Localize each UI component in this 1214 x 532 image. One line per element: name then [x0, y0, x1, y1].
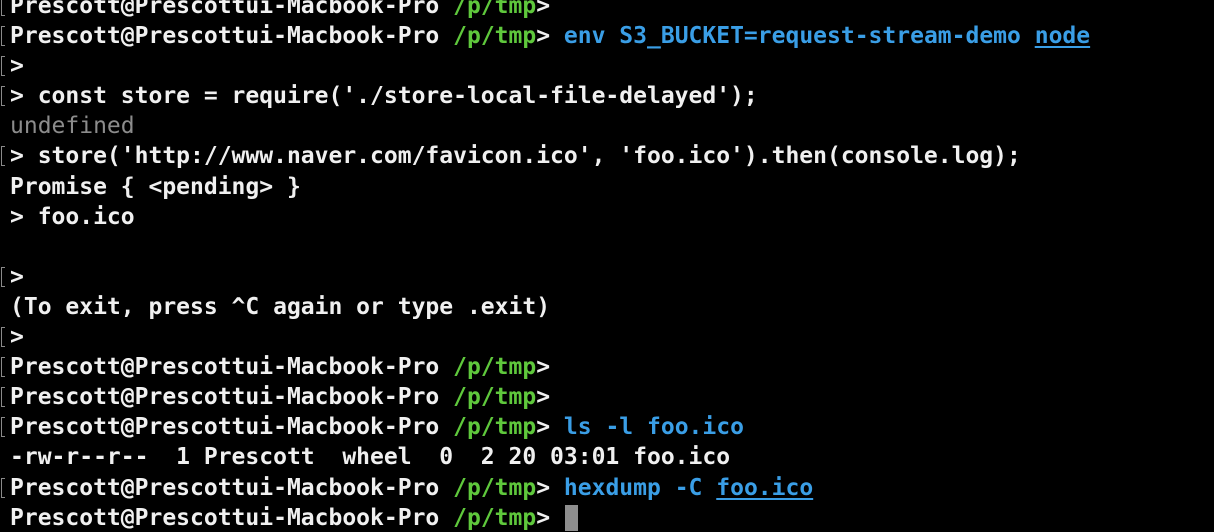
prompt-user-host: Prescott@Prescottui-Macbook-Pro [10, 504, 440, 531]
prompt-directory: /p/tmp [453, 474, 537, 501]
command-mark-icon [1, 327, 5, 348]
prompt-symbol: > [536, 0, 551, 19]
output-line: > [0, 51, 1214, 81]
output-text: > [10, 324, 24, 351]
command-mark-icon [1, 417, 5, 438]
prompt-symbol: > [536, 474, 564, 501]
terminal-output: Prescott@Prescottui-Macbook-Pro /p/tmp> P… [0, 0, 1214, 532]
output-line: > const store = require('./store-local-f… [0, 81, 1214, 111]
prompt-symbol: > [536, 414, 564, 441]
output-text: -rw-r--r-- 1 Prescott wheel 0 2 20 03:01… [10, 444, 731, 471]
prompt-line: Prescott@Prescottui-Macbook-Pro /p/tmp> … [0, 473, 1214, 503]
prompt-directory: /p/tmp [453, 23, 537, 50]
prompt-line: Prescott@Prescottui-Macbook-Pro /p/tmp> [0, 382, 1214, 412]
command-text: ls -l foo.ico [563, 414, 744, 441]
command-text: hexdump -C [563, 474, 717, 501]
output-text: undefined [10, 113, 135, 140]
output-line: > [0, 322, 1214, 352]
prompt-directory: /p/tmp [453, 354, 537, 381]
output-line: > [0, 262, 1214, 292]
output-line: undefined [0, 111, 1214, 141]
output-line: -rw-r--r-- 1 Prescott wheel 0 2 20 03:01… [0, 442, 1214, 472]
command-mark-icon [1, 266, 5, 287]
output-line: > store('http://www.naver.com/favicon.ic… [0, 141, 1214, 171]
prompt-directory: /p/tmp [453, 0, 537, 19]
prompt-line: Prescott@Prescottui-Macbook-Pro /p/tmp> [0, 503, 1214, 532]
output-text: > [10, 263, 24, 290]
output-text: > const store = require('./store-local-f… [10, 83, 758, 110]
command-link[interactable]: foo.ico [716, 475, 813, 501]
prompt-user-host: Prescott@Prescottui-Macbook-Pro [10, 384, 440, 411]
prompt-line: Prescott@Prescottui-Macbook-Pro /p/tmp> [0, 0, 1214, 21]
prompt-symbol: > [536, 23, 564, 50]
command-mark-icon [1, 387, 5, 408]
output-text: > foo.ico [10, 203, 135, 230]
command-link[interactable]: node [1035, 23, 1090, 49]
command-mark-icon [1, 357, 5, 378]
prompt-directory: /p/tmp [453, 384, 537, 411]
prompt-user-host: Prescott@Prescottui-Macbook-Pro [10, 414, 440, 441]
prompt-line: Prescott@Prescottui-Macbook-Pro /p/tmp> … [0, 21, 1214, 51]
terminal-window[interactable]: Prescott@Prescottui-Macbook-Pro /p/tmp> P… [0, 0, 1214, 532]
command-mark-icon [1, 477, 5, 498]
output-text: > store('http://www.naver.com/favicon.ic… [10, 143, 1021, 170]
prompt-user-host: Prescott@Prescottui-Macbook-Pro [10, 354, 440, 381]
prompt-symbol: > [536, 354, 551, 381]
prompt-symbol: > [536, 384, 551, 411]
output-line: > foo.ico [0, 202, 1214, 232]
output-text: > [10, 53, 24, 80]
prompt-symbol: > [536, 504, 564, 531]
command-mark-icon [1, 146, 5, 167]
output-line: (To exit, press ^C again or type .exit) [0, 292, 1214, 322]
output-text: (To exit, press ^C again or type .exit) [10, 293, 551, 320]
text-cursor[interactable] [564, 504, 578, 531]
prompt-user-host: Prescott@Prescottui-Macbook-Pro [10, 0, 440, 19]
command-mark-icon [1, 86, 5, 107]
prompt-user-host: Prescott@Prescottui-Macbook-Pro [10, 474, 440, 501]
prompt-line: Prescott@Prescottui-Macbook-Pro /p/tmp> [0, 352, 1214, 382]
prompt-user-host: Prescott@Prescottui-Macbook-Pro [10, 23, 440, 50]
prompt-directory: /p/tmp [453, 504, 537, 531]
output-line: Promise { <pending> } [0, 172, 1214, 202]
prompt-directory: /p/tmp [453, 414, 537, 441]
prompt-line: Prescott@Prescottui-Macbook-Pro /p/tmp> … [0, 412, 1214, 442]
output-text: Promise { <pending> } [10, 173, 301, 200]
command-mark-icon [1, 26, 5, 47]
command-mark-icon [1, 0, 5, 16]
command-text: env S3_BUCKET=request-stream-demo [563, 23, 1035, 50]
command-mark-icon [1, 56, 5, 77]
